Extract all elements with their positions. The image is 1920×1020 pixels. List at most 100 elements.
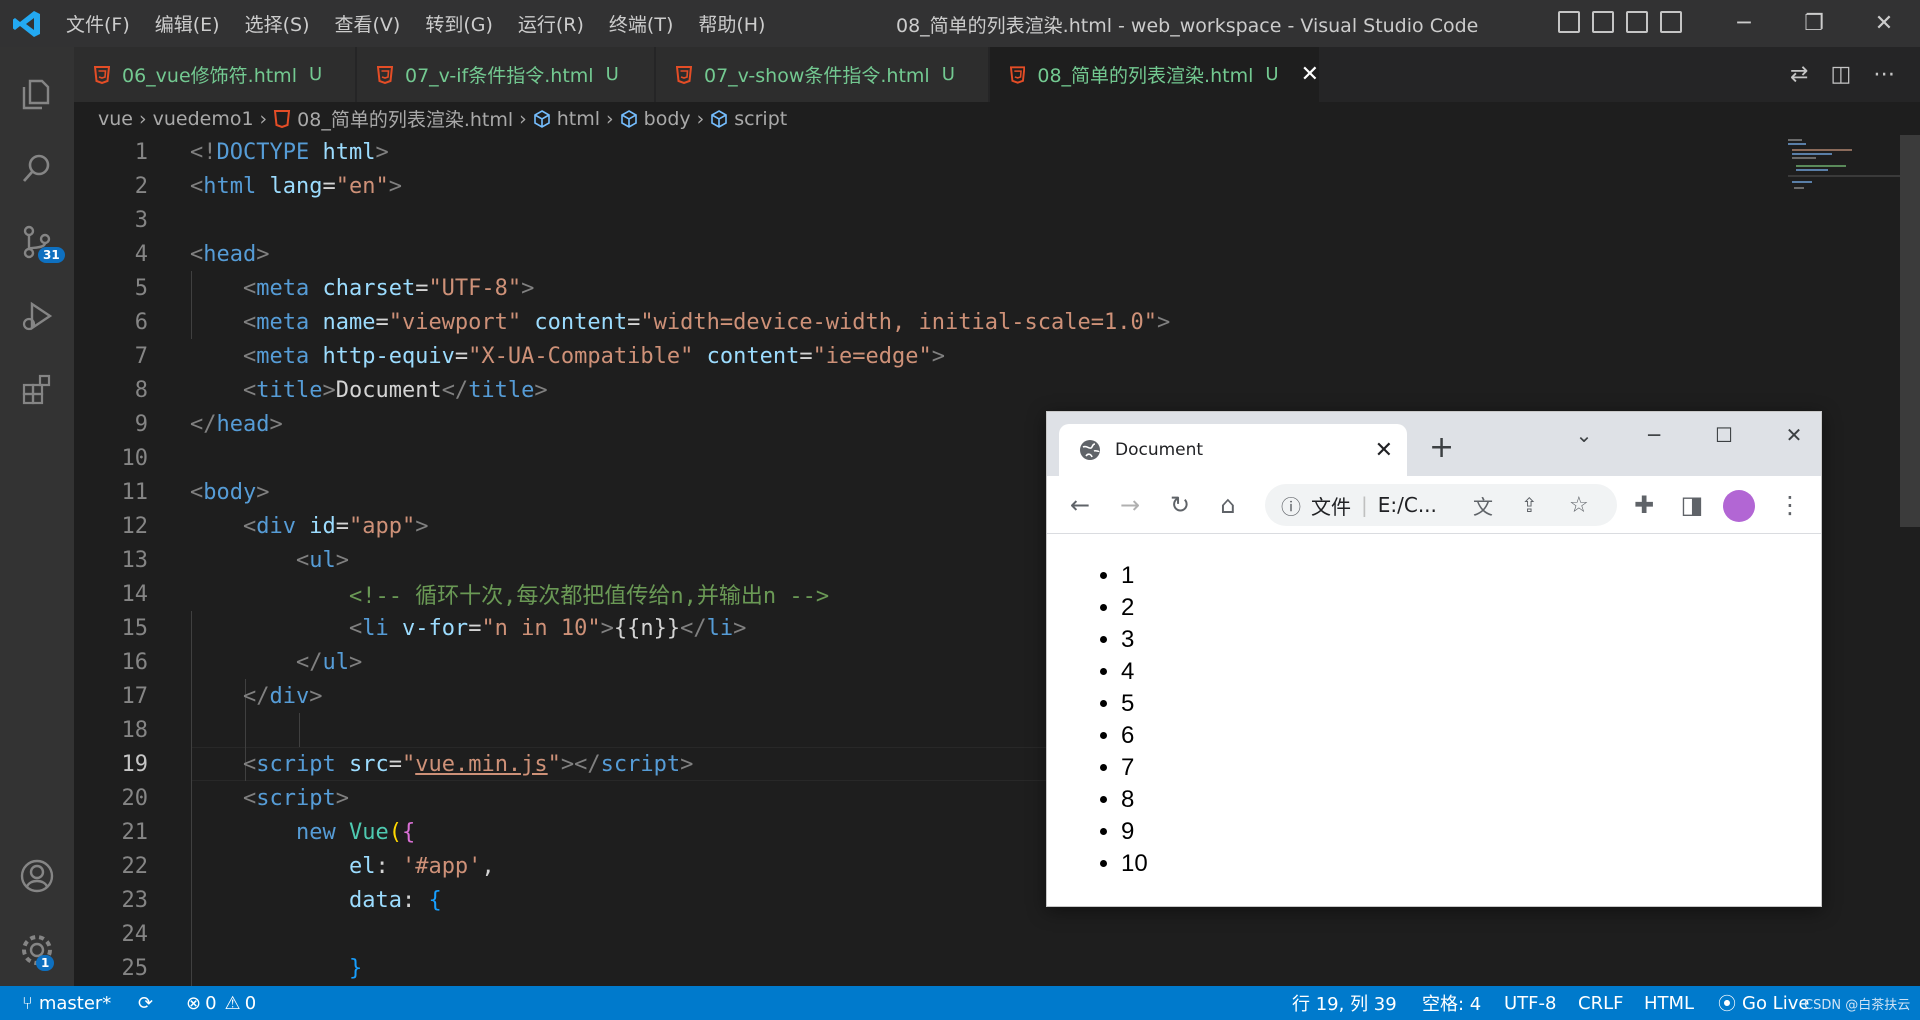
html5-file-icon — [676, 65, 692, 84]
close-tab-icon[interactable]: ✕ — [1301, 62, 1319, 87]
new-tab-icon[interactable]: + — [1429, 430, 1454, 465]
toggle-secondary-sidebar-icon[interactable] — [1626, 11, 1648, 33]
code-line: <meta charset="UTF-8"> — [242, 275, 535, 301]
menu-selection[interactable]: 选择(S) — [245, 10, 310, 37]
line-number: 22 — [121, 853, 149, 879]
run-debug-icon[interactable] — [0, 279, 74, 353]
more-actions-icon[interactable]: ⋯ — [1873, 62, 1895, 87]
code-line: <script> — [242, 785, 349, 811]
sync-icon[interactable]: ⟳ — [138, 986, 153, 1020]
source-control-icon[interactable]: 31 — [0, 205, 74, 279]
minimize-button[interactable]: ─ — [1714, 0, 1774, 47]
scrollbar-thumb[interactable] — [1900, 135, 1920, 527]
browser-close-button[interactable]: ✕ — [1759, 412, 1829, 458]
line-ending[interactable]: CRLF — [1578, 986, 1623, 1020]
extensions-icon[interactable] — [0, 353, 74, 427]
tab-08-list-rendering[interactable]: 08_简单的列表渲染.html U ✕ — [990, 47, 1320, 102]
list-item: 8 — [1121, 784, 1148, 816]
symbol-element-icon — [711, 109, 728, 128]
breadcrumb-item[interactable]: vuedemo1 — [153, 108, 254, 130]
html5-file-icon — [377, 65, 393, 84]
tab-search-chevron-icon[interactable]: ⌄ — [1549, 412, 1619, 458]
breadcrumb-item[interactable]: body — [644, 108, 691, 130]
breadcrumb-item[interactable]: script — [734, 108, 787, 130]
code-line: <meta name="viewport" content="width=dev… — [242, 309, 1171, 335]
line-number: 20 — [121, 785, 149, 811]
window-title: 08_简单的列表渲染.html - web_workspace - Visual… — [896, 15, 1479, 37]
menu-run[interactable]: 运行(R) — [518, 10, 584, 37]
menu-terminal[interactable]: 终端(T) — [609, 10, 673, 37]
indentation[interactable]: 空格: 4 — [1422, 986, 1481, 1020]
language-mode[interactable]: HTML — [1644, 986, 1694, 1020]
settings-badge: 1 — [36, 955, 55, 971]
address-scheme-label: 文件 — [1311, 494, 1351, 519]
browser-tab[interactable]: Document ✕ — [1059, 424, 1407, 476]
cursor-position[interactable]: 行 19, 列 39 — [1292, 986, 1397, 1020]
info-icon[interactable]: ⓘ — [1281, 491, 1301, 520]
settings-gear-icon[interactable]: 1 — [0, 913, 74, 987]
browser-maximize-button[interactable]: ☐ — [1689, 412, 1759, 458]
close-window-button[interactable]: ✕ — [1854, 0, 1914, 47]
translate-icon[interactable]: 文 — [1473, 491, 1493, 520]
tab-06-vue-modifiers[interactable]: 06_vue修饰符.html U — [74, 47, 356, 102]
customize-layout-icon[interactable] — [1660, 11, 1682, 33]
menu-go[interactable]: 转到(G) — [425, 10, 493, 37]
breadcrumb-item[interactable]: html — [557, 108, 600, 130]
toggle-sidebar-icon[interactable] — [1558, 11, 1580, 33]
tab-label: 06_vue修饰符.html — [122, 65, 297, 87]
side-panel-icon[interactable]: ◨ — [1677, 490, 1707, 520]
accounts-icon[interactable] — [0, 839, 74, 913]
code-line: <script src="vue.min.js"></script> — [242, 751, 694, 777]
list-item: 7 — [1121, 752, 1148, 784]
tab-status: U — [1265, 64, 1279, 85]
address-divider: | — [1361, 493, 1368, 517]
reload-icon[interactable]: ↻ — [1165, 490, 1195, 520]
problems-indicator[interactable]: ⊗ 0 ⚠ 0 — [186, 986, 256, 1020]
explorer-icon[interactable] — [0, 57, 74, 131]
vscode-logo-icon — [13, 11, 40, 37]
restore-button[interactable]: ❐ — [1784, 0, 1844, 47]
minimap[interactable] — [1780, 135, 1900, 215]
line-number: 7 — [134, 343, 148, 369]
breadcrumb: vue › vuedemo1 › 08_简单的列表渲染.html › html … — [74, 102, 1920, 135]
split-editor-icon[interactable]: ◫ — [1830, 62, 1851, 87]
menu-view[interactable]: 查看(V) — [335, 10, 401, 37]
branch-name: master* — [38, 992, 112, 1014]
search-icon[interactable] — [0, 131, 74, 205]
list-item: 6 — [1121, 720, 1148, 752]
encoding[interactable]: UTF-8 — [1504, 986, 1556, 1020]
forward-arrow-icon[interactable]: → — [1115, 490, 1145, 520]
code-comment: <!-- 循环十次,每次都把值传给n,并输出n --> — [348, 584, 830, 609]
line-number: 13 — [121, 547, 149, 573]
line-number: 16 — [121, 649, 149, 675]
browser-minimize-button[interactable]: ─ — [1619, 412, 1689, 458]
back-arrow-icon[interactable]: ← — [1065, 490, 1095, 520]
browser-menu-icon[interactable]: ⋮ — [1775, 490, 1805, 520]
menu-file[interactable]: 文件(F) — [66, 10, 130, 37]
menu-help[interactable]: 帮助(H) — [698, 10, 765, 37]
address-bar[interactable]: ⓘ 文件 | E:/C... 文 ⇪ ☆ — [1265, 484, 1617, 526]
branch-indicator[interactable]: ⑂ master* — [22, 986, 111, 1020]
close-tab-icon[interactable]: ✕ — [1375, 438, 1393, 463]
toggle-panel-icon[interactable] — [1592, 11, 1614, 33]
chevron-right-icon: › — [138, 107, 147, 130]
line-number: 14 — [121, 581, 149, 607]
compare-changes-icon[interactable]: ⇄ — [1790, 62, 1808, 87]
extensions-puzzle-icon[interactable]: ✚ — [1629, 490, 1659, 520]
tab-07-v-if[interactable]: 07_v-if条件指令.html U — [357, 47, 655, 102]
breadcrumb-item[interactable]: vue — [98, 108, 133, 130]
tab-label: 08_简单的列表渲染.html — [1037, 65, 1254, 87]
title-bar: 文件(F) 编辑(E) 选择(S) 查看(V) 转到(G) 运行(R) 终端(T… — [0, 0, 1920, 47]
menu-edit[interactable]: 编辑(E) — [155, 10, 220, 37]
home-icon[interactable]: ⌂ — [1213, 490, 1243, 520]
rendered-list: 1 2 3 4 5 6 7 8 9 10 — [1121, 560, 1148, 880]
share-icon[interactable]: ⇪ — [1521, 493, 1538, 517]
go-live-button[interactable]: ⦿ Go Live — [1718, 986, 1809, 1020]
profile-avatar[interactable] — [1723, 490, 1755, 522]
code-line: <body> — [190, 479, 270, 505]
breadcrumb-item[interactable]: 08_简单的列表渲染.html — [297, 105, 513, 132]
tab-07-v-show[interactable]: 07_v-show条件指令.html U — [656, 47, 989, 102]
line-number: 11 — [121, 479, 149, 505]
bookmark-star-icon[interactable]: ☆ — [1569, 493, 1589, 518]
browser-window: Document ✕ + ⌄ ─ ☐ ✕ ← → ↻ ⌂ ⓘ 文件 | E:/C… — [1046, 411, 1822, 907]
